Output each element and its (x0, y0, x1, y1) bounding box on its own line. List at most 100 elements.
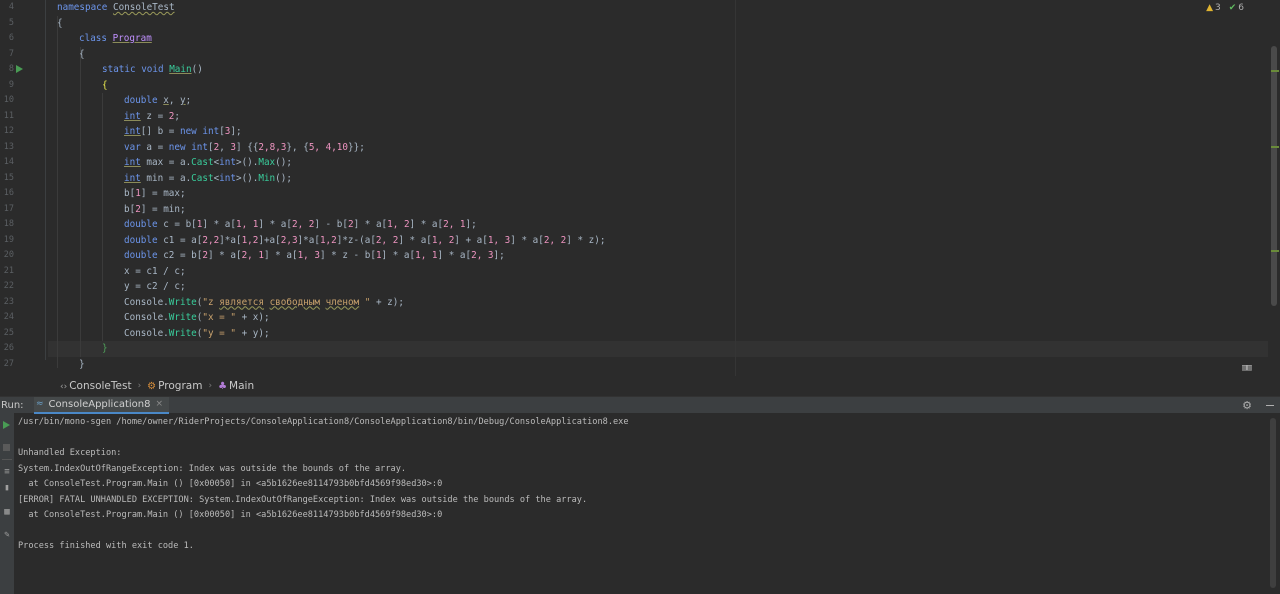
code-line: int z = 2; (124, 109, 180, 125)
line-number: 8 (8, 64, 14, 74)
scroll-marker[interactable] (1271, 250, 1279, 252)
string: является (219, 296, 264, 308)
breadcrumb-separator: › (137, 381, 142, 391)
method-call: Write (168, 327, 197, 339)
line-number: 4 (8, 2, 14, 12)
number: 1, 1 (235, 219, 259, 230)
console-scrollbar[interactable] (1270, 418, 1276, 588)
code-text: ] * a[ (510, 234, 544, 246)
stop-icon[interactable] (3, 444, 10, 451)
warnings-count[interactable]: ▲ 3 (1206, 3, 1221, 13)
code-line: double c = b[1] * a[1, 1] * a[2, 2] - b[… (124, 217, 477, 233)
ok-count[interactable]: ✔ 6 (1229, 3, 1244, 13)
namespace-icon: ‹› (60, 382, 68, 392)
rerun-icon[interactable] (3, 421, 10, 429)
code-text: b[ (124, 188, 136, 199)
run-main-icon[interactable] (16, 65, 23, 73)
code-line: { (79, 47, 85, 63)
namespace-name: ConsoleTest (112, 2, 175, 13)
reader-mode-icon[interactable]: ▥▥ (1242, 363, 1262, 375)
line-number: 16 (3, 188, 14, 198)
code-text: ] {{ (236, 141, 259, 153)
pin-icon[interactable]: ✎ (2, 530, 12, 540)
console-line: at ConsoleTest.Program.Main () [0x00050]… (18, 510, 443, 520)
brace-matched: { (102, 79, 108, 91)
scroll-marker[interactable] (1271, 146, 1279, 148)
console-line: Unhandled Exception: (18, 448, 122, 458)
code-line: var a = new int[2, 3] {{2,8,3}, {5, 4,10… (124, 140, 365, 156)
toolbar-divider (2, 459, 12, 460)
code-text: ]*a[ (219, 234, 242, 246)
code-text: + z); (370, 296, 404, 308)
code-line: namespace ConsoleTest (57, 0, 175, 16)
breadcrumb-separator: › (208, 381, 213, 391)
code-text: ]; (230, 126, 242, 137)
keyword: int (219, 172, 236, 184)
breadcrumb: ‹› ConsoleTest › ⚙ Program › ♣ Main (0, 376, 1280, 396)
number: 5, 4,10 (308, 141, 348, 153)
scroll-marker[interactable] (1271, 70, 1279, 72)
editor-scrollbar[interactable] (1271, 46, 1277, 306)
code-text: z = (140, 110, 169, 122)
code-text: + y); (235, 327, 270, 339)
line-number: 27 (3, 358, 14, 369)
breadcrumb-namespace[interactable]: ‹› ConsoleTest (60, 380, 132, 392)
code-text: ] * a[ (207, 250, 242, 261)
code-text: ] * a[ (437, 250, 472, 261)
warnings-value: 3 (1214, 3, 1221, 13)
inspection-widget[interactable]: ▲ 3 ✔ 6 (1206, 3, 1244, 13)
line-number: 14 (3, 157, 14, 167)
brace: } (79, 358, 85, 370)
code-line: y = c2 / c; (124, 281, 186, 292)
console-output[interactable]: /usr/bin/mono-sgen /home/owner/RiderProj… (18, 413, 1268, 594)
code-editor[interactable]: 4 5 6 7 8 9 10 11 12 13 14 15 16 17 18 1… (0, 0, 1280, 376)
run-tab-consoleapplication8[interactable]: ≈ ConsoleApplication8 × (34, 396, 170, 414)
console-icon: ≈ (36, 399, 44, 409)
breadcrumb-class[interactable]: ⚙ Program (147, 380, 202, 392)
line-number: 13 (3, 141, 14, 152)
minimize-icon[interactable] (1266, 405, 1274, 406)
code-line: Console.Write("z является свободным член… (124, 295, 404, 311)
line-number: 23 (3, 296, 14, 307)
console-line: System.IndexOutOfRangeException: Index w… (18, 463, 407, 474)
code-line: { (102, 78, 108, 94)
line-number: 6 (8, 33, 14, 43)
soft-wrap-icon[interactable]: ≡ (2, 467, 12, 477)
code-text: ]*z-(a[ (336, 234, 376, 246)
brace-matched: } (102, 343, 108, 354)
number: 1, 3 (297, 250, 320, 261)
class-icon: ⚙ (147, 381, 157, 392)
code-text: + x); (235, 312, 270, 323)
breadcrumb-method[interactable]: ♣ Main (218, 380, 254, 392)
keyword: namespace (57, 2, 108, 13)
number: 1, 3 (487, 234, 511, 246)
line-number: 22 (3, 281, 14, 291)
parens: () (191, 64, 203, 75)
method-icon: ♣ (218, 381, 228, 392)
code-text: ] * a[ (398, 234, 432, 246)
line-number: 10 (3, 95, 14, 105)
gear-icon[interactable]: ⚙ (1242, 399, 1252, 412)
line-number: 17 (3, 203, 14, 214)
breadcrumb-label: Program (158, 380, 203, 392)
keyword: int (202, 126, 220, 137)
method-call: Write (168, 312, 197, 323)
code-text: ] * a[ (381, 250, 416, 261)
string: " (359, 296, 371, 308)
close-icon[interactable]: × (155, 399, 163, 409)
number: 2,8,3 (258, 141, 287, 153)
trash-icon[interactable]: ▮ (2, 483, 12, 493)
code-text: ]; (465, 219, 477, 230)
code-text: (); (275, 157, 292, 168)
code-text: b[ (124, 203, 136, 215)
code-line: } (102, 341, 108, 357)
method-call: Cast (191, 157, 214, 168)
editor-gutter: 4 5 6 7 8 9 10 11 12 13 14 15 16 17 18 1… (0, 0, 48, 376)
code-text: min = a. (140, 172, 192, 184)
ok-value: 6 (1238, 3, 1244, 13)
code-text: ]*a[ (297, 234, 320, 246)
code-line: double x, y; (124, 93, 191, 109)
layout-icon[interactable]: ▦ (2, 507, 12, 517)
code-text: ] * a[ (258, 219, 292, 230)
class-name: Program (112, 33, 152, 44)
